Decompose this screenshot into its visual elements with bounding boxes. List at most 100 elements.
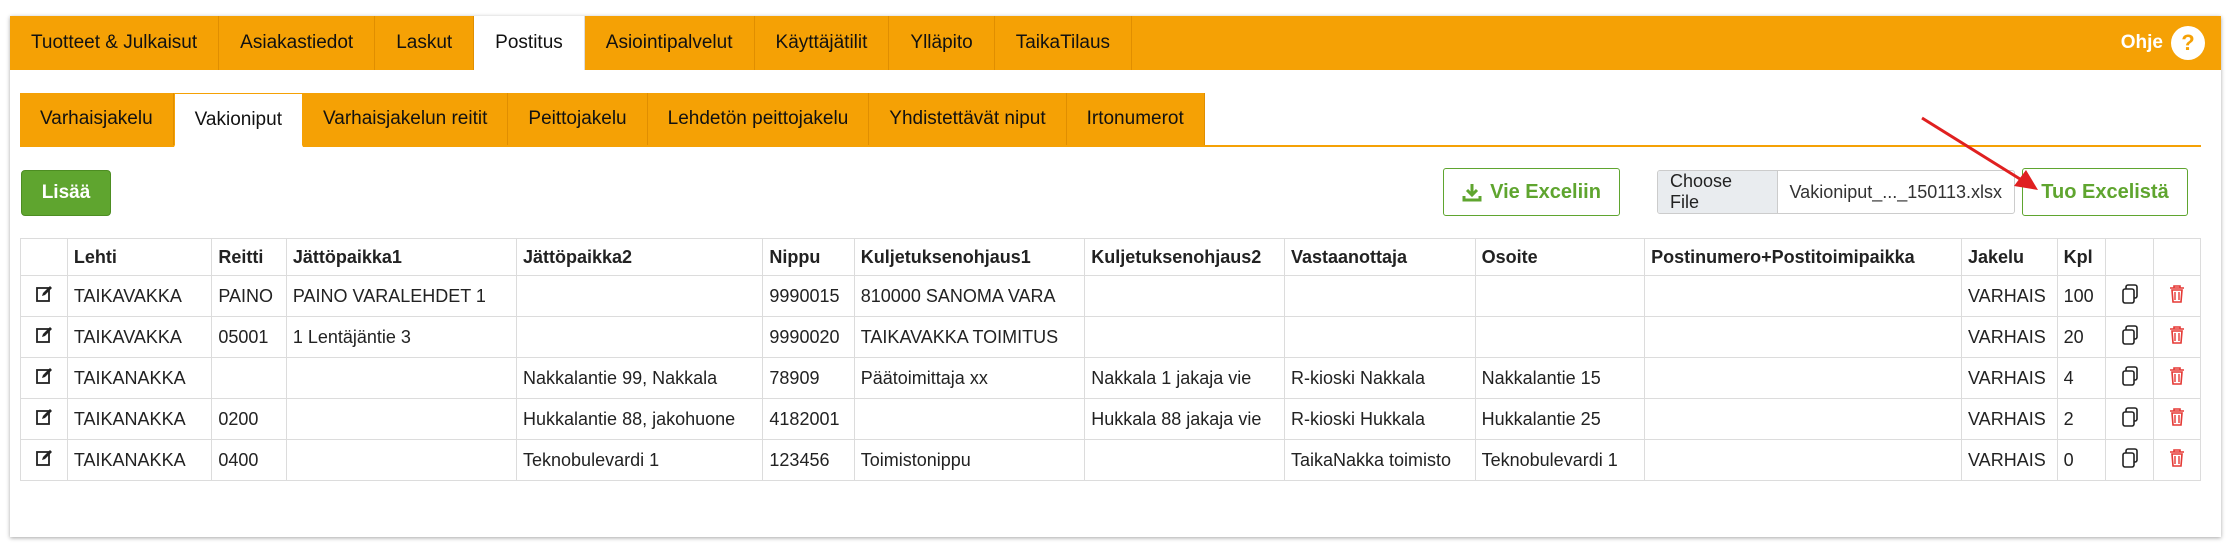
export-excel-button[interactable]: Vie Exceliin: [1443, 168, 1620, 216]
cell-kuljetuksenohjaus1: [853, 398, 1086, 440]
cell-kuljetuksenohjaus1: TAIKAVAKKA TOIMITUS: [853, 316, 1086, 358]
col-jattopaikka1: Jättöpaikka1: [285, 238, 518, 276]
cell-nippu: 9990020: [762, 316, 855, 358]
cell-nippu: 9990015: [762, 275, 855, 317]
cell-reitti: 05001: [211, 316, 287, 358]
tab-asiointipalvelut[interactable]: Asiointipalvelut: [585, 16, 755, 70]
tab-yllapito[interactable]: Ylläpito: [889, 16, 995, 70]
cell-vastaanottaja: R-kioski Nakkala: [1283, 357, 1476, 399]
help-label: Ohje: [2120, 32, 2163, 53]
tab-taikatilaus[interactable]: TaikaTilaus: [995, 16, 1133, 70]
subtab-vakioniput[interactable]: Vakioniput: [173, 93, 303, 147]
cell-kuljetuksenohjaus1: Päätoimittaja xx: [853, 357, 1086, 399]
edit-icon[interactable]: [35, 449, 53, 467]
cell-kuljetuksenohjaus1: 810000 SANOMA VARA: [853, 275, 1086, 317]
delete-icon[interactable]: [2168, 448, 2186, 468]
delete-icon[interactable]: [2168, 325, 2186, 345]
subtab-lehdeton-peittojakelu[interactable]: Lehdetön peittojakelu: [647, 93, 870, 145]
cell-vastaanottaja: [1283, 275, 1476, 317]
cell-kpl: 100: [2056, 275, 2107, 317]
cell-jattopaikka1: 1 Lentäjäntie 3: [285, 316, 518, 358]
cell-osoite: Nakkalantie 15: [1474, 357, 1646, 399]
col-osoite: Osoite: [1474, 238, 1646, 276]
cell-postinumero: [1644, 357, 1963, 399]
cell-kuljetuksenohjaus2: Hukkala 88 jakaja vie: [1084, 398, 1285, 440]
table-row: TAIKAVAKKA 05001 1 Lentäjäntie 3 9990020 TAI…: [20, 316, 2201, 358]
cell-reitti: PAINO: [211, 275, 287, 317]
cell-lehti: TAIKANAKKA: [66, 439, 213, 481]
cell-kpl: 20: [2056, 316, 2107, 358]
annotation-arrow-icon: [1921, 116, 2038, 190]
cell-jattopaikka2: [516, 275, 764, 317]
tab-kayttajatilit[interactable]: Käyttäjätilit: [755, 16, 890, 70]
copy-cell: [2105, 439, 2155, 481]
tab-tuotteet-julkaisut[interactable]: Tuotteet & Julkaisut: [10, 16, 220, 70]
edit-cell: [20, 316, 68, 358]
copy-icon[interactable]: [2121, 447, 2139, 468]
copy-cell: [2105, 398, 2155, 440]
cell-reitti: 0400: [211, 439, 287, 481]
cell-jakelu: VARHAIS: [1961, 439, 2058, 481]
cell-vastaanottaja: R-kioski Hukkala: [1283, 398, 1476, 440]
cell-nippu: 4182001: [762, 398, 855, 440]
subtab-varhaisjakelun-reitit[interactable]: Varhaisjakelun reitit: [302, 93, 509, 145]
cell-lehti: TAIKAVAKKA: [66, 275, 213, 317]
delete-cell: [2153, 398, 2201, 440]
tab-asiakastiedot[interactable]: Asiakastiedot: [219, 16, 376, 70]
col-nippu: Nippu: [762, 238, 855, 276]
col-lehti: Lehti: [66, 238, 213, 276]
col-jakelu: Jakelu: [1961, 238, 2058, 276]
cell-kuljetuksenohjaus2: [1084, 275, 1285, 317]
delete-cell: [2153, 357, 2201, 399]
cell-lehti: TAIKANAKKA: [66, 398, 213, 440]
cell-postinumero: [1644, 275, 1963, 317]
cell-nippu: 78909: [762, 357, 855, 399]
cell-jattopaikka1: PAINO VARALEHDET 1: [285, 275, 518, 317]
cell-reitti: [211, 357, 287, 399]
copy-icon[interactable]: [2121, 324, 2139, 345]
edit-cell: [20, 357, 68, 399]
copy-icon[interactable]: [2121, 406, 2139, 427]
edit-icon[interactable]: [35, 326, 53, 344]
export-label: Vie Exceliin: [1490, 180, 1601, 203]
delete-icon[interactable]: [2168, 284, 2186, 304]
cell-kuljetuksenohjaus2: [1084, 439, 1285, 481]
subtab-irtonumerot[interactable]: Irtonumerot: [1066, 93, 1205, 145]
cell-kpl: 2: [2056, 398, 2107, 440]
edit-icon[interactable]: [35, 408, 53, 426]
cell-jattopaikka1: [285, 357, 518, 399]
col-kuljetuksenohjaus1: Kuljetuksenohjaus1: [853, 238, 1086, 276]
cell-jattopaikka2: [516, 316, 764, 358]
edit-cell: [20, 398, 68, 440]
copy-icon[interactable]: [2121, 283, 2139, 304]
subtab-varhaisjakelu[interactable]: Varhaisjakelu: [20, 93, 174, 145]
sub-navigation: Varhaisjakelu Vakioniput Varhaisjakelun …: [20, 93, 2201, 147]
cell-osoite: [1474, 275, 1646, 317]
tab-postitus[interactable]: Postitus: [474, 16, 585, 70]
subtab-yhdistettavat-niput[interactable]: Yhdistettävät niput: [869, 93, 1067, 145]
cell-osoite: Hukkalantie 25: [1474, 398, 1646, 440]
col-jattopaikka2: Jättöpaikka2: [516, 238, 764, 276]
cell-jattopaikka1: [285, 398, 518, 440]
help-link[interactable]: Ohje ?: [2121, 26, 2205, 60]
delete-icon[interactable]: [2168, 407, 2186, 427]
download-icon: [1462, 184, 1482, 202]
add-button[interactable]: Lisää: [21, 170, 111, 216]
copy-icon[interactable]: [2121, 365, 2139, 386]
cell-vastaanottaja: [1283, 316, 1476, 358]
delete-icon[interactable]: [2168, 366, 2186, 386]
edit-icon[interactable]: [35, 367, 53, 385]
cell-lehti: TAIKAVAKKA: [66, 316, 213, 358]
cell-jattopaikka1: [285, 439, 518, 481]
delete-cell: [2153, 275, 2201, 317]
col-copy: [2105, 238, 2155, 276]
edit-icon[interactable]: [35, 285, 53, 303]
cell-kuljetuksenohjaus2: Nakkala 1 jakaja vie: [1084, 357, 1285, 399]
table-row: TAIKANAKKA 0400 Teknobulevardi 1 123456 Toim…: [20, 439, 2201, 481]
tab-laskut[interactable]: Laskut: [375, 16, 475, 70]
cell-reitti: 0200: [211, 398, 287, 440]
choose-file-button[interactable]: Choose File: [1658, 171, 1778, 213]
cell-kpl: 0: [2056, 439, 2107, 481]
subtab-peittojakelu[interactable]: Peittojakelu: [508, 93, 648, 145]
table-row: TAIKAVAKKA PAINO PAINO VARALEHDET 1 9990015…: [20, 275, 2201, 317]
